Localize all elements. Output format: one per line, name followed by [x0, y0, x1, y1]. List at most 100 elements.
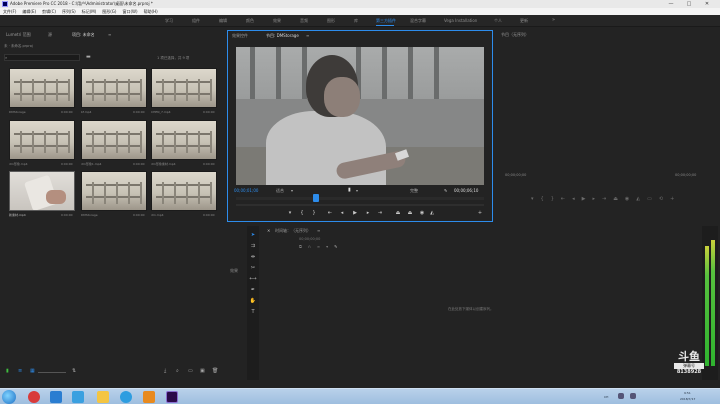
automate-icon[interactable]: ⤓ — [164, 368, 166, 374]
folder-icon[interactable]: ▬ — [86, 54, 91, 60]
rp-play-icon[interactable]: ▶ — [582, 196, 586, 204]
mark-out-icon[interactable]: } — [310, 210, 318, 216]
add-marker-timeline-icon[interactable]: ▾ — [326, 244, 328, 249]
clip-thumbnail[interactable] — [9, 171, 75, 211]
workspace-tab-color[interactable]: 颜色 — [246, 18, 254, 24]
type-tool-icon[interactable]: T — [249, 309, 257, 316]
program-current-timecode[interactable]: 00;00;01;00 — [234, 188, 258, 193]
workspace-tab-learning[interactable]: 学习 — [165, 18, 173, 24]
rp-in-icon[interactable]: { — [541, 196, 544, 204]
menu-window[interactable]: 窗口(W) — [122, 9, 137, 15]
tray-clock-date[interactable]: 2018/7/17 — [680, 397, 695, 401]
lift-icon[interactable]: ⏏ — [394, 210, 402, 216]
tab-lumetri-scopes[interactable]: Lumetri 范围 — [6, 32, 31, 38]
program-zoom-bar[interactable] — [236, 204, 484, 206]
file-manager-icon[interactable] — [50, 391, 62, 403]
workspace-tab-captions[interactable]: 混合字幕 — [410, 18, 426, 24]
play-icon[interactable]: ▶ — [351, 210, 359, 216]
workspace-tab-audio[interactable]: 音频 — [300, 18, 308, 24]
tab-project[interactable]: 项目: 未命名 — [72, 32, 95, 38]
premiere-taskbar-icon[interactable] — [166, 391, 178, 403]
snap-icon[interactable]: ∩ — [308, 244, 311, 249]
rp-export-icon[interactable]: ◉ — [625, 196, 629, 204]
new-bin-icon[interactable]: ▭ — [188, 368, 193, 374]
clip-thumbnail[interactable] — [151, 68, 217, 108]
tray-lang[interactable]: CH — [604, 395, 608, 399]
lock-icon[interactable]: ▮ — [6, 368, 9, 374]
timeline-timecode[interactable]: 00;00;00;00 — [299, 237, 320, 241]
ripple-edit-tool-icon[interactable]: ⇼ — [249, 254, 257, 261]
add-marker-icon[interactable]: ▾ — [286, 210, 294, 216]
browser-icon[interactable] — [72, 391, 84, 403]
fit-chevron-down-icon[interactable]: ▾ — [291, 188, 293, 193]
marker-menu-chevron-icon[interactable]: ▾ — [356, 188, 358, 193]
program-scrub-bar[interactable] — [236, 197, 484, 200]
slip-tool-icon[interactable]: ⟷ — [249, 276, 257, 283]
zoom-slider[interactable] — [38, 372, 66, 373]
menu-marker[interactable]: 标记(M) — [82, 9, 97, 15]
program-no-sequence-title[interactable]: 节目（无序列） — [501, 32, 529, 38]
hand-tool-icon[interactable]: ✋ — [249, 298, 257, 305]
menu-sequence[interactable]: 序列(S) — [62, 9, 76, 15]
linked-select-icon[interactable]: ∞ — [317, 244, 320, 249]
clip-thumbnail[interactable] — [9, 68, 75, 108]
pen-tool-icon[interactable]: ✒ — [249, 287, 257, 294]
fit-dropdown[interactable]: 适合 — [276, 188, 284, 194]
step-back-icon[interactable]: ◂ — [338, 210, 346, 216]
program-video-frame[interactable] — [236, 47, 484, 185]
step-forward-icon[interactable]: ▸ — [364, 210, 372, 216]
menu-graphics[interactable]: 图形(G) — [102, 9, 116, 15]
workspace-tab-editing[interactable]: 编辑 — [219, 18, 227, 24]
clip-thumbnail[interactable] — [151, 171, 217, 211]
tray-volume-icon[interactable] — [630, 393, 636, 399]
rp-go-out-icon[interactable]: ⇥ — [602, 196, 606, 204]
list-view-icon[interactable]: ≡ — [18, 368, 22, 374]
mark-in-icon[interactable]: { — [298, 210, 306, 216]
workspace-tab-libraries[interactable]: 库 — [354, 18, 358, 24]
tab-source[interactable]: 源 — [48, 32, 52, 38]
folder-app-icon[interactable] — [97, 391, 109, 403]
timeline-close-icon[interactable]: ✕ — [267, 228, 270, 233]
rp-lift-icon[interactable]: ⏏ — [613, 196, 618, 204]
workspace-tab-effects[interactable]: 效果 — [273, 18, 281, 24]
workspace-overflow-icon[interactable]: » — [552, 17, 555, 23]
maximize-button[interactable]: □ — [682, 0, 696, 8]
go-to-in-icon[interactable]: ⇤ — [326, 210, 334, 216]
menu-help[interactable]: 帮助(H) — [144, 9, 158, 15]
tab-effect-controls[interactable]: 效果控件 — [232, 33, 248, 39]
timeline-title[interactable]: 时间轴：（无序列） — [275, 228, 311, 234]
tab-program[interactable]: 节目: DMStorage — [266, 33, 299, 39]
tray-network-icon[interactable] — [618, 393, 624, 399]
marker-icon[interactable]: ▮ — [348, 187, 351, 193]
clear-icon[interactable]: 🗑 — [212, 368, 218, 374]
rp-marker-icon[interactable]: ▾ — [531, 196, 534, 204]
close-button[interactable]: ✕ — [700, 0, 714, 8]
quality-dropdown[interactable]: 完整 — [410, 188, 418, 194]
media-player-icon[interactable] — [143, 391, 155, 403]
button-editor-plus-icon[interactable]: + — [476, 210, 484, 216]
workspace-tab-personal[interactable]: 个人 — [494, 18, 502, 24]
minimize-button[interactable]: — — [664, 0, 678, 8]
nest-icon[interactable]: ⧉ — [299, 244, 302, 249]
rp-loop-icon[interactable]: ⟲ — [659, 196, 663, 204]
workspace-tab-plugins[interactable]: 第三方插件 — [376, 18, 396, 24]
rp-compare-icon[interactable]: ◭ — [636, 196, 640, 204]
program-panel-menu-icon[interactable]: ≡ — [306, 33, 309, 38]
clip-thumbnail[interactable] — [151, 120, 217, 160]
workspace-tab-vega[interactable]: Vega Installation — [444, 18, 477, 23]
workspace-tab-update[interactable]: 更新 — [520, 18, 528, 24]
new-item-icon[interactable]: ▣ — [200, 368, 205, 374]
effects-side-tab[interactable]: 效果 — [230, 268, 238, 274]
workspace-tab-assembly[interactable]: 组件 — [192, 18, 200, 24]
clip-thumbnail[interactable] — [81, 68, 147, 108]
rp-plus-icon[interactable]: + — [670, 196, 674, 204]
rp-out-icon[interactable]: } — [551, 196, 554, 204]
rp-step-back-icon[interactable]: ◂ — [572, 196, 575, 204]
timeline-settings-wrench-icon[interactable]: ✎ — [334, 244, 337, 249]
playhead[interactable] — [313, 194, 319, 202]
workspace-tab-graphics[interactable]: 图形 — [327, 18, 335, 24]
windows-start-button[interactable] — [2, 390, 16, 404]
menu-edit[interactable]: 编辑(E) — [22, 9, 36, 15]
menu-file[interactable]: 文件(F) — [3, 9, 16, 15]
compare-view-icon[interactable]: ◭ — [428, 210, 436, 216]
